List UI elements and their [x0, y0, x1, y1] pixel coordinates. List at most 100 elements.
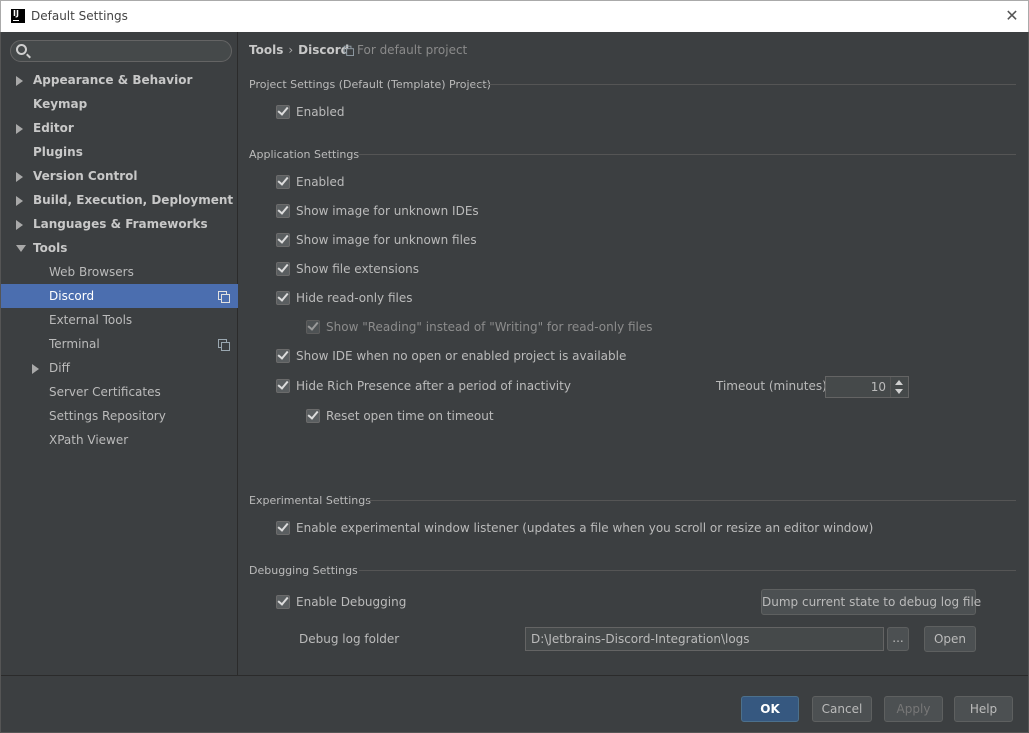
sidebar-item-discord[interactable]: Discord [1, 284, 238, 308]
sidebar-item-label: Editor [33, 121, 74, 135]
app-enabled-label: Enabled [296, 175, 345, 189]
spinner-up-icon[interactable] [895, 380, 903, 385]
sidebar-item-label: XPath Viewer [49, 433, 129, 447]
breadcrumb-scope: For default project [343, 43, 467, 57]
show-file-extensions-checkbox[interactable] [276, 261, 290, 276]
settings-sidebar: Appearance & Behavior Keymap Editor Plugins… [1, 32, 238, 675]
show-ide-no-project-checkbox[interactable] [276, 348, 290, 363]
expand-right-icon[interactable] [16, 172, 23, 182]
project-scope-icon [218, 291, 230, 303]
sidebar-item-label: Build, Execution, Deployment [33, 193, 234, 207]
debug-log-folder-input[interactable] [525, 627, 884, 651]
browse-button[interactable]: ... [887, 627, 909, 651]
dialog-footer: OK Cancel Apply Help [1, 675, 1028, 732]
timeout-spinner[interactable] [825, 376, 909, 398]
search-input[interactable] [31, 41, 227, 61]
hide-rich-presence-label: Hide Rich Presence after a period of ina… [296, 379, 571, 393]
sidebar-item-settings-repository[interactable]: Settings Repository [1, 404, 238, 428]
sidebar-item-label: Diff [49, 361, 70, 375]
timeout-input[interactable] [826, 377, 888, 397]
sidebar-item-xpath-viewer[interactable]: XPath Viewer [1, 428, 238, 452]
section-divider [367, 500, 1016, 501]
sidebar-item-label: Discord [49, 289, 95, 303]
apply-button[interactable]: Apply [884, 696, 943, 722]
section-divider [359, 570, 1016, 571]
section-divider [475, 84, 1016, 85]
sidebar-item-external-tools[interactable]: External Tools [1, 308, 238, 332]
show-image-unknown-files-checkbox[interactable] [276, 232, 290, 247]
breadcrumb-parent[interactable]: Tools [249, 43, 283, 57]
intellij-app-icon: IJ [11, 9, 25, 23]
reset-open-time-checkbox[interactable] [306, 408, 320, 423]
search-icon [16, 44, 27, 55]
show-ide-no-project-label: Show IDE when no open or enabled project… [296, 349, 627, 363]
timeout-label: Timeout (minutes) [716, 379, 827, 393]
breadcrumb-separator: › [288, 43, 294, 57]
sidebar-item-diff[interactable]: Diff [1, 356, 238, 380]
sidebar-item-plugins[interactable]: Plugins [1, 140, 238, 164]
spinner-down-icon[interactable] [895, 389, 903, 394]
open-log-folder-button[interactable]: Open [924, 626, 976, 652]
project-scope-icon [343, 45, 354, 56]
hide-readonly-files-checkbox[interactable] [276, 290, 290, 305]
breadcrumb-scope-label: For default project [357, 43, 468, 57]
hide-readonly-files-label: Hide read-only files [296, 291, 413, 305]
expand-right-icon[interactable] [16, 196, 23, 206]
sidebar-item-label: External Tools [49, 313, 133, 327]
expand-right-icon[interactable] [16, 220, 23, 230]
debug-log-folder-label: Debug log folder [299, 632, 400, 646]
sidebar-item-label: Web Browsers [49, 265, 134, 279]
sidebar-item-label: Settings Repository [49, 409, 166, 423]
search-box[interactable] [10, 40, 232, 62]
expand-down-icon[interactable] [16, 245, 26, 252]
sidebar-item-label: Plugins [33, 145, 83, 159]
enable-debugging-checkbox[interactable] [276, 594, 290, 609]
spinner-buttons [890, 377, 908, 397]
expand-right-icon[interactable] [32, 364, 39, 374]
dump-state-button[interactable]: Dump current state to debug log file [761, 589, 981, 615]
project-enabled-checkbox[interactable] [276, 104, 290, 119]
expand-right-icon[interactable] [16, 76, 23, 86]
show-reading-label: Show "Reading" instead of "Writing" for … [326, 320, 653, 334]
sidebar-item-server-certificates[interactable]: Server Certificates [1, 380, 238, 404]
sidebar-item-label: Version Control [33, 169, 138, 183]
app-enabled-checkbox[interactable] [276, 174, 290, 189]
sidebar-item-tools[interactable]: Tools [1, 236, 238, 260]
sidebar-item-label: Tools [33, 241, 68, 255]
show-image-unknown-ides-label: Show image for unknown IDEs [296, 204, 479, 218]
section-divider [359, 154, 1016, 155]
show-file-extensions-label: Show file extensions [296, 262, 420, 276]
sidebar-item-editor[interactable]: Editor [1, 116, 238, 140]
help-button[interactable]: Help [954, 696, 1013, 722]
sidebar-item-web-browsers[interactable]: Web Browsers [1, 260, 238, 284]
enable-debugging-label: Enable Debugging [296, 595, 407, 609]
sidebar-item-appearance-behavior[interactable]: Appearance & Behavior [1, 68, 238, 92]
title-bar: IJ Default Settings ✕ [0, 0, 1029, 32]
sidebar-item-build-execution-deployment[interactable]: Build, Execution, Deployment [1, 188, 238, 212]
show-image-unknown-ides-checkbox[interactable] [276, 203, 290, 218]
window-listener-checkbox[interactable] [276, 520, 290, 535]
show-reading-checkbox[interactable] [306, 319, 320, 334]
project-scope-icon [218, 339, 230, 351]
window-title: Default Settings [31, 9, 128, 23]
sidebar-item-version-control[interactable]: Version Control [1, 164, 238, 188]
breadcrumb-current: Discord [298, 43, 350, 57]
window-listener-label: Enable experimental window listener (upd… [296, 521, 874, 535]
close-icon[interactable]: ✕ [1004, 7, 1020, 25]
hide-rich-presence-checkbox[interactable] [276, 378, 290, 393]
expand-right-icon[interactable] [16, 124, 23, 134]
settings-content: Tools › Discord For default project Projec… [239, 32, 1028, 675]
project-settings-title: Project Settings (Default (Template) Pro… [249, 78, 491, 91]
cancel-button[interactable]: Cancel [812, 696, 872, 722]
sidebar-item-label: Keymap [33, 97, 88, 111]
sidebar-item-terminal[interactable]: Terminal [1, 332, 238, 356]
show-image-unknown-files-label: Show image for unknown files [296, 233, 477, 247]
breadcrumb: Tools › Discord [249, 43, 349, 57]
sidebar-item-keymap[interactable]: Keymap [1, 92, 238, 116]
settings-tree: Appearance & Behavior Keymap Editor Plugins… [1, 68, 238, 452]
project-enabled-label: Enabled [296, 105, 345, 119]
debugging-settings-title: Debugging Settings [249, 564, 358, 577]
sidebar-item-languages-frameworks[interactable]: Languages & Frameworks [1, 212, 238, 236]
application-settings-title: Application Settings [249, 148, 360, 161]
ok-button[interactable]: OK [741, 696, 799, 722]
